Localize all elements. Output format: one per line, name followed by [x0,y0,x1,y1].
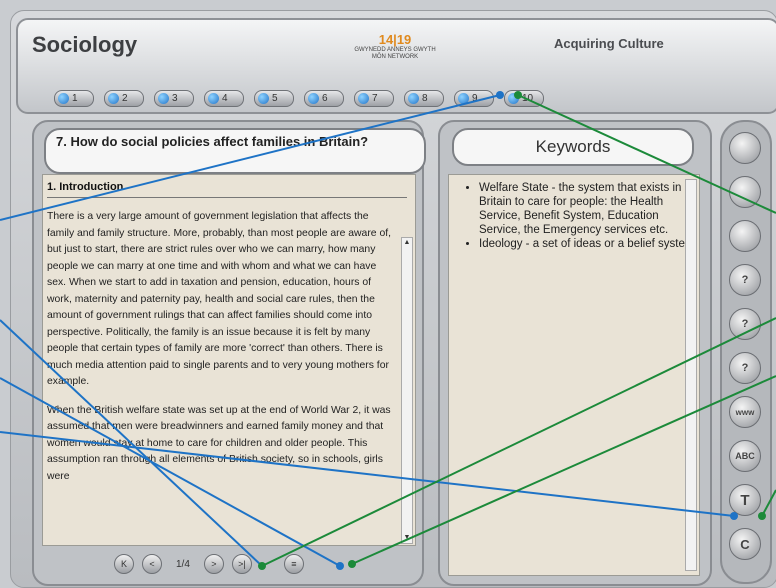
section-divider [47,197,407,198]
body-text: There is a very large amount of governme… [47,209,395,541]
notes-icon[interactable] [729,132,761,164]
page-button-label: 5 [272,93,278,104]
page-button-label: 9 [472,93,478,104]
page-buttons: 1 2 3 4 5 6 7 8 9 10 [54,90,544,107]
page-dot-icon [508,93,519,104]
keywords-panel: Keywords Welfare State - the system that… [438,120,712,586]
content-box: 1. Introduction There is a very large am… [42,174,416,546]
page-button-7[interactable]: 7 [354,90,394,107]
page-counter: 1/4 [176,558,190,570]
page-button-9[interactable]: 9 [454,90,494,107]
page-button-label: 8 [422,93,428,104]
tool-sidebar: ? ? ? www ABC T C [720,120,772,584]
www-icon[interactable]: www [729,396,761,428]
abc-icon[interactable]: ABC [729,440,761,472]
question-title: 7. How do social policies affect familie… [44,128,426,174]
page-dot-icon [408,93,419,104]
content-scrollbar[interactable]: ▲ ▼ [401,237,413,544]
page-button-2[interactable]: 2 [104,90,144,107]
question-icon[interactable]: ? [729,264,761,296]
page-button-1[interactable]: 1 [54,90,94,107]
app-title: Sociology [32,32,138,57]
page-button-3[interactable]: 3 [154,90,194,107]
page-dot-icon [58,93,69,104]
page-dot-icon [308,93,319,104]
page-dot-icon [458,93,469,104]
logo-line-1: GWYNEDD ANNEYS GWYTH [354,47,436,53]
page-navigation: K < 1/4 > >| ≡ [114,554,304,574]
keywords-scrollbar[interactable] [685,179,697,571]
previous-page-button[interactable]: < [142,554,162,574]
keyword-item: Ideology - a set of ideas or a belief sy… [479,237,699,251]
page-button-label: 2 [122,93,128,104]
page-dot-icon [158,93,169,104]
logo-number: 14|19 [378,32,412,47]
paragraph: When the British welfare state was set u… [47,404,391,482]
keywords-list: Welfare State - the system that exists i… [449,181,699,251]
keyword-item: Welfare State - the system that exists i… [479,181,699,237]
text-icon[interactable]: T [729,484,761,516]
logo-line-2: MÔN NETWORK [371,54,419,60]
page-button-4[interactable]: 4 [204,90,244,107]
section-heading: 1. Introduction [47,181,124,193]
keywords-title: Keywords [452,128,694,166]
page-button-label: 1 [72,93,78,104]
page-button-label: 6 [322,93,328,104]
topic-title: Acquiring Culture [554,36,664,51]
question-small-icon[interactable]: ? [729,308,761,340]
page-button-label: 10 [522,93,534,104]
page-dot-icon [358,93,369,104]
first-page-button[interactable]: K [114,554,134,574]
page-dot-icon [208,93,219,104]
page-dot-icon [258,93,269,104]
paragraph: There is a very large amount of governme… [47,211,392,387]
c-icon[interactable]: C [729,528,761,560]
menu-button[interactable]: ≡ [283,554,304,574]
next-page-button[interactable]: > [203,554,224,574]
page-button-6[interactable]: 6 [304,90,344,107]
key-icon[interactable] [729,176,761,208]
page-button-label: 7 [372,93,378,104]
header-bar: Sociology 14|19 GWYNEDD ANNEYS GWYTH MÔN… [16,18,776,114]
clapper-icon[interactable] [729,220,761,252]
page-button-label: 4 [222,93,228,104]
keywords-box: Welfare State - the system that exists i… [448,174,700,576]
network-logo: 14|19 GWYNEDD ANNEYS GWYTH MÔN NETWORK [340,32,450,66]
scroll-up-arrow-icon[interactable]: ▲ [402,238,412,248]
question-person-icon[interactable]: ? [729,352,761,384]
page-button-10[interactable]: 10 [504,90,544,107]
page-dot-icon [108,93,119,104]
content-panel: 7. How do social policies affect familie… [32,120,426,586]
page-button-5[interactable]: 5 [254,90,294,107]
page-button-8[interactable]: 8 [404,90,444,107]
page-button-label: 3 [172,93,178,104]
scroll-down-arrow-icon[interactable]: ▼ [402,533,412,543]
last-page-button[interactable]: >| [231,554,252,574]
